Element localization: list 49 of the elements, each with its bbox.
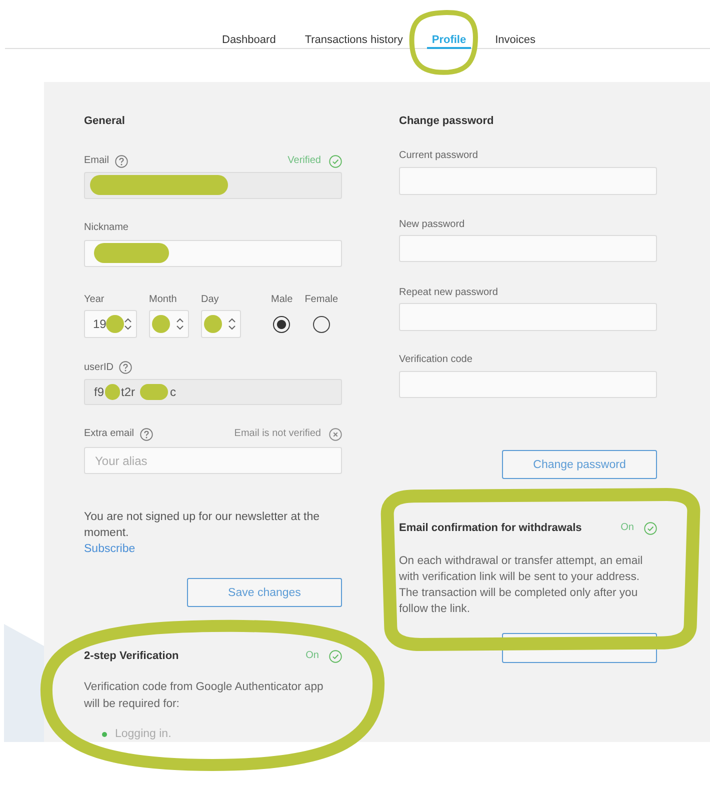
spinner-arrows-icon[interactable] <box>176 316 184 330</box>
marker-blot <box>140 384 168 400</box>
section-heading: Email confirmation for withdrawals <box>399 521 582 535</box>
radio-button[interactable] <box>312 316 330 332</box>
newsletter-text: You are not signed up for our newsletter at the moment. <box>84 510 320 541</box>
radio-button[interactable] <box>273 316 290 332</box>
status-text: On <box>306 649 319 663</box>
radio-label: Male <box>271 292 293 306</box>
user-id-field[interactable]: f9 t2r c <box>84 378 342 406</box>
spinner-arrows-icon[interactable] <box>228 316 236 330</box>
field-label: New password <box>399 218 465 232</box>
field-label: Current password <box>399 149 478 163</box>
field-label: Nickname <box>84 220 128 235</box>
password-field[interactable] <box>399 235 657 262</box>
field-label: Extra email <box>84 427 134 442</box>
extra-email-field[interactable]: Your alias <box>84 447 342 474</box>
section-description: On each withdrawal or transfer attempt, an email with verification link will be sent to your address. The transaction will be completed only after you follow the link. <box>399 554 644 617</box>
bullet-icon <box>102 732 107 736</box>
password-field[interactable] <box>399 371 657 398</box>
nav-tab[interactable]: Invoices <box>490 33 540 49</box>
field-label: Day <box>201 292 220 306</box>
email-field[interactable] <box>84 172 342 199</box>
field-label: Verification code <box>399 353 472 367</box>
nav-tab[interactable]: Transactions history <box>300 33 408 49</box>
password-field[interactable] <box>399 167 657 195</box>
help-icon[interactable] <box>140 428 154 441</box>
status-text: On <box>620 521 634 535</box>
field-label: Month <box>149 292 178 306</box>
spinner-arrows-icon[interactable] <box>124 316 132 330</box>
password-field[interactable] <box>399 303 657 331</box>
list-item: Logging in. <box>115 728 172 740</box>
section-heading: Change password <box>399 114 495 128</box>
radio-label: Female <box>304 292 338 306</box>
section-heading: 2-step Verification <box>84 649 179 663</box>
help-icon[interactable] <box>115 154 128 168</box>
field-label: Repeat new password <box>399 286 498 300</box>
help-icon[interactable] <box>119 361 132 374</box>
verification-status: Verified <box>288 154 321 168</box>
date-spinner[interactable]: 19 <box>84 310 137 338</box>
nickname-field[interactable] <box>84 240 342 266</box>
field-label: userID <box>84 360 114 374</box>
nav-tab[interactable]: Dashboard <box>217 33 281 49</box>
field-label: Year <box>84 292 106 306</box>
verification-status: Email is not verified <box>234 427 321 442</box>
section-description: Verification code from Google Authenticator app will be required for: <box>84 680 324 712</box>
section-heading: General <box>84 114 126 128</box>
close-circle-icon[interactable] <box>329 428 342 441</box>
marker-blot <box>105 384 120 400</box>
field-label: Email <box>84 154 110 168</box>
